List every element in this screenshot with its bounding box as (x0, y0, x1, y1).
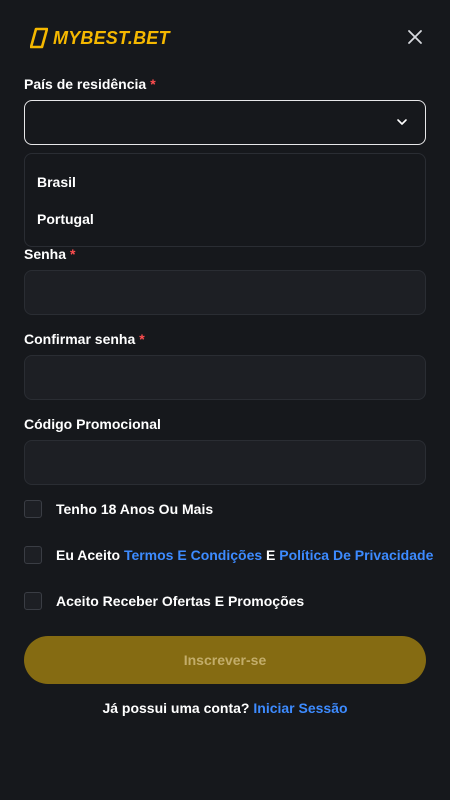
confirm-password-label: Confirmar senha * (24, 331, 145, 347)
promo-code-field[interactable] (24, 440, 426, 485)
terms-checkbox-label: Eu Aceito Termos E Condições E Política … (56, 547, 433, 563)
country-select[interactable] (24, 100, 426, 145)
required-mark: * (70, 246, 76, 262)
offers-checkbox-row: Aceito Receber Ofertas E Promoções (24, 592, 304, 610)
login-prompt: Já possui uma conta? Iniciar Sessão (0, 700, 450, 716)
terms-prefix: Eu Aceito (56, 547, 121, 563)
promo-code-label-text: Código Promocional (24, 416, 161, 432)
age-checkbox-row: Tenho 18 Anos Ou Mais (24, 500, 213, 518)
logo-text: MYBEST.BET (53, 27, 170, 48)
offers-checkbox-label: Aceito Receber Ofertas E Promoções (56, 593, 305, 609)
terms-checkbox-row: Eu Aceito Termos E Condições E Política … (24, 546, 433, 564)
header: MYBEST.BET (0, 0, 450, 75)
confirm-password-label-text: Confirmar senha (24, 331, 136, 347)
submit-button[interactable]: Inscrever-se (24, 636, 426, 684)
required-mark: * (150, 76, 156, 92)
confirm-password-field[interactable] (24, 355, 426, 400)
country-label-text: País de residência (24, 76, 147, 92)
logo-mark-icon (30, 27, 48, 49)
chevron-down-icon (397, 119, 407, 125)
terms-connector: E (266, 547, 276, 563)
promo-code-label: Código Promocional (24, 416, 161, 432)
submit-button-label: Inscrever-se (183, 652, 267, 668)
offers-checkbox[interactable] (24, 592, 42, 610)
country-label: País de residência * (24, 76, 156, 92)
terms-checkbox[interactable] (24, 546, 42, 564)
password-label: Senha * (24, 246, 75, 262)
close-icon[interactable] (404, 26, 426, 48)
password-field[interactable] (24, 270, 426, 315)
logo[interactable]: MYBEST.BET (30, 27, 170, 49)
login-link[interactable]: Iniciar Sessão (253, 700, 347, 716)
country-dropdown: Brasil Portugal (24, 153, 426, 247)
age-checkbox[interactable] (24, 500, 42, 518)
terms-link[interactable]: Termos E Condições (124, 547, 262, 563)
age-checkbox-label: Tenho 18 Anos Ou Mais (56, 501, 214, 517)
privacy-link[interactable]: Política De Privacidade (279, 547, 433, 563)
login-question: Já possui uma conta? (102, 700, 250, 716)
country-option-portugal[interactable]: Portugal (37, 211, 94, 227)
country-option-brasil[interactable]: Brasil (37, 174, 76, 190)
required-mark: * (139, 331, 145, 347)
password-label-text: Senha (24, 246, 67, 262)
